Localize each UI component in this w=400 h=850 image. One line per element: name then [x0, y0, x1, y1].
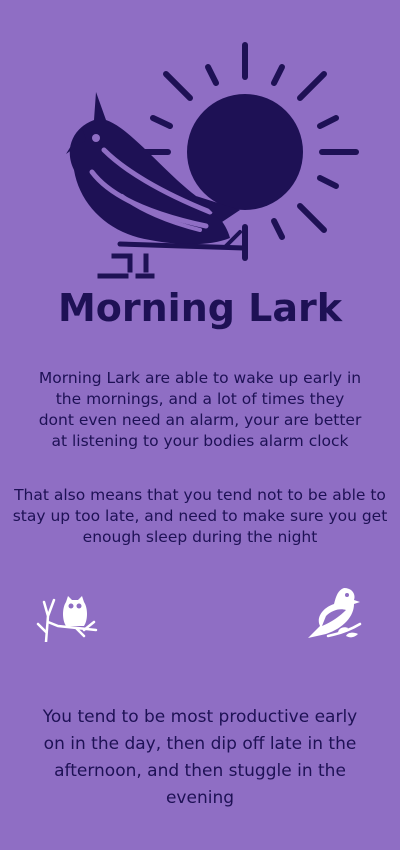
- description-paragraph-1: Morning Lark are able to wake up early i…: [38, 369, 362, 450]
- bird-on-branch-icon: [308, 588, 362, 638]
- header-illustration: [66, 42, 359, 279]
- productivity-paragraph: You tend to be most productive early on …: [42, 707, 358, 808]
- description-paragraph-2: That also means that you tend not to be …: [12, 486, 388, 546]
- page-title: Morning Lark: [57, 286, 343, 330]
- owl-on-branch-icon: [36, 596, 98, 642]
